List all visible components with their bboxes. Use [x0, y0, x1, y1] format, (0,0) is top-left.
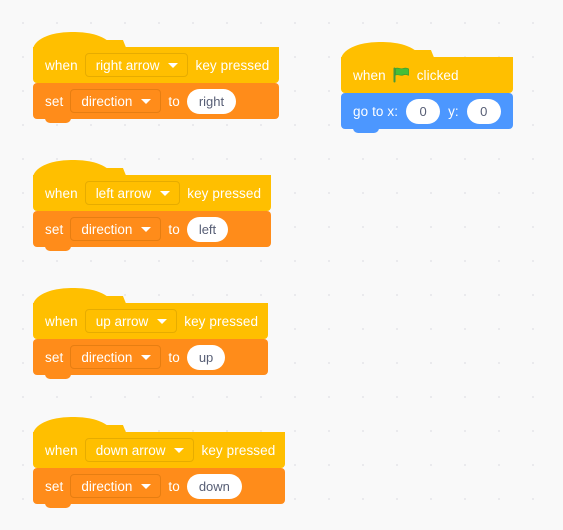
chevron-down-icon — [174, 447, 185, 453]
variable-dropdown-value: direction — [81, 221, 133, 237]
when-key-pressed-hat-block[interactable]: when right arrow key pressed — [33, 32, 280, 83]
variable-dropdown-field[interactable]: direction — [70, 217, 162, 241]
variable-dropdown-field[interactable]: direction — [70, 345, 162, 369]
set-variable-block[interactable]: set direction to down — [33, 468, 286, 508]
hat-prefix-label: when — [45, 57, 78, 73]
variable-dropdown-value: direction — [81, 478, 133, 494]
hat-suffix-label: key pressed — [187, 185, 262, 201]
chevron-down-icon — [141, 98, 152, 104]
go-to-xy-block[interactable]: go to x: 0 y: 0 — [341, 93, 513, 133]
script-left-arrow[interactable]: when left arrow key pressed set directio… — [33, 159, 272, 251]
variable-dropdown-field[interactable]: direction — [70, 89, 162, 113]
set-value-input[interactable]: left — [186, 216, 229, 242]
when-key-pressed-hat-block[interactable]: when down arrow key pressed — [33, 417, 286, 468]
chevron-down-icon — [141, 226, 152, 232]
key-dropdown-value: left arrow — [95, 185, 152, 201]
script-right-arrow[interactable]: when right arrow key pressed set directi… — [33, 31, 280, 123]
hat-suffix-label: key pressed — [201, 442, 276, 458]
chevron-down-icon — [160, 190, 171, 196]
variable-dropdown-field[interactable]: direction — [70, 474, 162, 498]
y-label: y: — [448, 103, 459, 119]
hat-suffix-label: clicked — [416, 67, 459, 83]
script-up-arrow[interactable]: when up arrow key pressed set direction … — [33, 287, 269, 379]
set-middle-label: to — [168, 349, 180, 365]
hat-prefix-label: when — [45, 313, 78, 329]
key-dropdown-value: up arrow — [95, 313, 149, 329]
set-middle-label: to — [168, 93, 180, 109]
go-to-prefix-label: go to x: — [353, 103, 399, 119]
chevron-down-icon — [141, 483, 152, 489]
hat-suffix-label: key pressed — [195, 57, 270, 73]
key-dropdown-value: right arrow — [95, 57, 160, 73]
set-value-input[interactable]: down — [186, 473, 242, 499]
script-down-arrow[interactable]: when down arrow key pressed set directio… — [33, 416, 286, 508]
set-middle-label: to — [168, 478, 180, 494]
key-dropdown-field[interactable]: right arrow — [84, 53, 189, 77]
y-coordinate-input[interactable]: 0 — [466, 98, 501, 124]
when-key-pressed-hat-block[interactable]: when left arrow key pressed — [33, 160, 272, 211]
set-value-input[interactable]: right — [186, 88, 237, 114]
variable-dropdown-value: direction — [81, 93, 133, 109]
green-flag-icon — [393, 67, 410, 83]
hat-prefix-label: when — [353, 67, 386, 83]
chevron-down-icon — [141, 354, 152, 360]
set-middle-label: to — [168, 221, 180, 237]
chevron-down-icon — [168, 62, 179, 68]
chevron-down-icon — [157, 318, 168, 324]
set-prefix-label: set — [45, 478, 64, 494]
set-variable-block[interactable]: set direction to right — [33, 83, 280, 123]
variable-dropdown-value: direction — [81, 349, 133, 365]
hat-suffix-label: key pressed — [184, 313, 259, 329]
script-green-flag[interactable]: when clicked go to x: 0 y: 0 — [341, 41, 513, 133]
set-variable-block[interactable]: set direction to up — [33, 339, 269, 379]
blocks-workspace[interactable]: when right arrow key pressed set directi… — [0, 0, 563, 530]
set-prefix-label: set — [45, 221, 64, 237]
set-prefix-label: set — [45, 93, 64, 109]
key-dropdown-value: down arrow — [95, 442, 166, 458]
set-variable-block[interactable]: set direction to left — [33, 211, 272, 251]
key-dropdown-field[interactable]: down arrow — [84, 438, 195, 462]
set-prefix-label: set — [45, 349, 64, 365]
hat-prefix-label: when — [45, 442, 78, 458]
key-dropdown-field[interactable]: left arrow — [84, 181, 181, 205]
key-dropdown-field[interactable]: up arrow — [84, 309, 178, 333]
when-key-pressed-hat-block[interactable]: when up arrow key pressed — [33, 288, 269, 339]
when-flag-clicked-hat-block[interactable]: when clicked — [341, 42, 513, 93]
x-coordinate-input[interactable]: 0 — [406, 98, 441, 124]
hat-prefix-label: when — [45, 185, 78, 201]
set-value-input[interactable]: up — [186, 344, 226, 370]
